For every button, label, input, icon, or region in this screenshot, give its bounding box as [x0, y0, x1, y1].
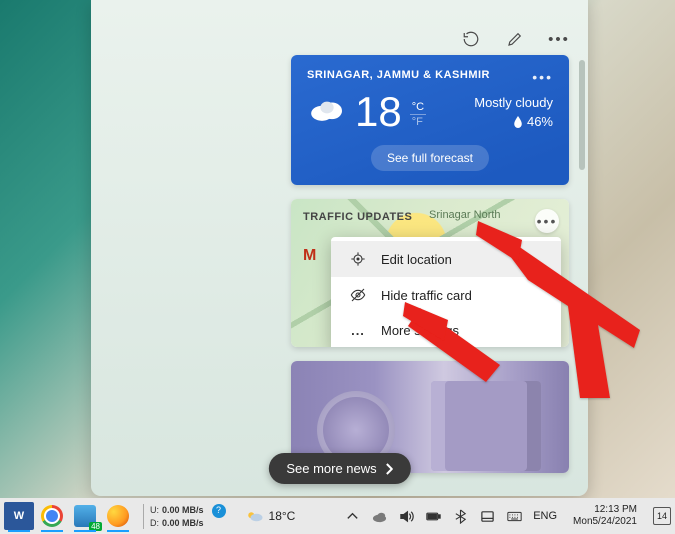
- speaker-icon[interactable]: [398, 508, 414, 524]
- weather-condition: Mostly cloudy: [474, 95, 553, 110]
- fences-app-icon[interactable]: 48: [70, 502, 100, 530]
- firefox-app-icon[interactable]: [103, 502, 133, 530]
- keyboard-icon[interactable]: [506, 508, 522, 524]
- cloud-icon: [307, 95, 347, 130]
- traffic-snippet: M: [303, 247, 316, 265]
- weather-units[interactable]: °C °F: [410, 101, 426, 128]
- ellipsis-icon: ...: [349, 323, 367, 338]
- chrome-app-icon[interactable]: [37, 502, 67, 530]
- panel-toolbar: •••: [460, 28, 570, 50]
- menu-edit-location[interactable]: Edit location: [331, 241, 561, 277]
- taskbar-apps: W 48: [0, 502, 133, 530]
- scrollbar[interactable]: [579, 60, 585, 480]
- net-meter: U:0.00 MB/s? D:0.00 MB/s: [143, 504, 232, 529]
- cards-column: SRINAGAR, JAMMU & KASHMIR ••• 18 °C °F M…: [291, 55, 569, 473]
- weather-humidity: 46%: [474, 114, 553, 129]
- panel-more-icon[interactable]: •••: [548, 28, 570, 50]
- battery-icon[interactable]: [425, 508, 441, 524]
- map-city-label: Srinagar North: [429, 209, 501, 221]
- chevron-up-icon[interactable]: [344, 508, 360, 524]
- onedrive-icon[interactable]: [371, 508, 387, 524]
- weather-more-icon[interactable]: •••: [532, 69, 553, 85]
- menu-more-settings-label: More settings: [381, 323, 459, 338]
- language-indicator[interactable]: ENG: [533, 510, 557, 522]
- system-tray: ENG 12:13 PM Mon5/24/2021 14: [344, 504, 675, 528]
- crosshair-icon: [349, 251, 367, 267]
- notification-center-icon[interactable]: 14: [653, 507, 671, 525]
- see-full-forecast-button[interactable]: See full forecast: [371, 145, 489, 171]
- menu-hide-card[interactable]: Hide traffic card: [331, 277, 561, 313]
- touchpad-icon[interactable]: [479, 508, 495, 524]
- weather-location: SRINAGAR, JAMMU & KASHMIR: [307, 69, 490, 81]
- traffic-more-icon[interactable]: •••: [535, 209, 559, 233]
- taskbar: W 48 U:0.00 MB/s? D:0.00 MB/s 18°C ENG 1…: [0, 498, 675, 534]
- traffic-context-menu: Edit location Hide traffic card ... More…: [331, 237, 561, 347]
- see-more-news-button[interactable]: See more news: [268, 453, 410, 484]
- menu-more-settings[interactable]: ... More settings: [331, 313, 561, 347]
- hide-eye-icon: [349, 287, 367, 303]
- weather-temp: 18: [355, 91, 402, 133]
- scrollbar-thumb[interactable]: [579, 60, 585, 170]
- taskbar-weather[interactable]: 18°C: [246, 509, 296, 523]
- edit-pencil-icon[interactable]: [504, 28, 526, 50]
- menu-edit-location-label: Edit location: [381, 252, 452, 267]
- question-icon[interactable]: ?: [212, 504, 226, 518]
- bluetooth-icon[interactable]: [452, 508, 468, 524]
- traffic-title: TRAFFIC UPDATES: [303, 211, 412, 223]
- clock[interactable]: 12:13 PM Mon5/24/2021: [568, 504, 642, 528]
- refresh-icon[interactable]: [460, 28, 482, 50]
- widgets-panel: ••• SRINAGAR, JAMMU & KASHMIR ••• 18 °C …: [91, 0, 588, 496]
- word-app-icon[interactable]: W: [4, 502, 34, 530]
- traffic-card: TRAFFIC UPDATES Srinagar North ••• M Edi…: [291, 199, 569, 347]
- weather-card: SRINAGAR, JAMMU & KASHMIR ••• 18 °C °F M…: [291, 55, 569, 185]
- menu-hide-card-label: Hide traffic card: [381, 288, 472, 303]
